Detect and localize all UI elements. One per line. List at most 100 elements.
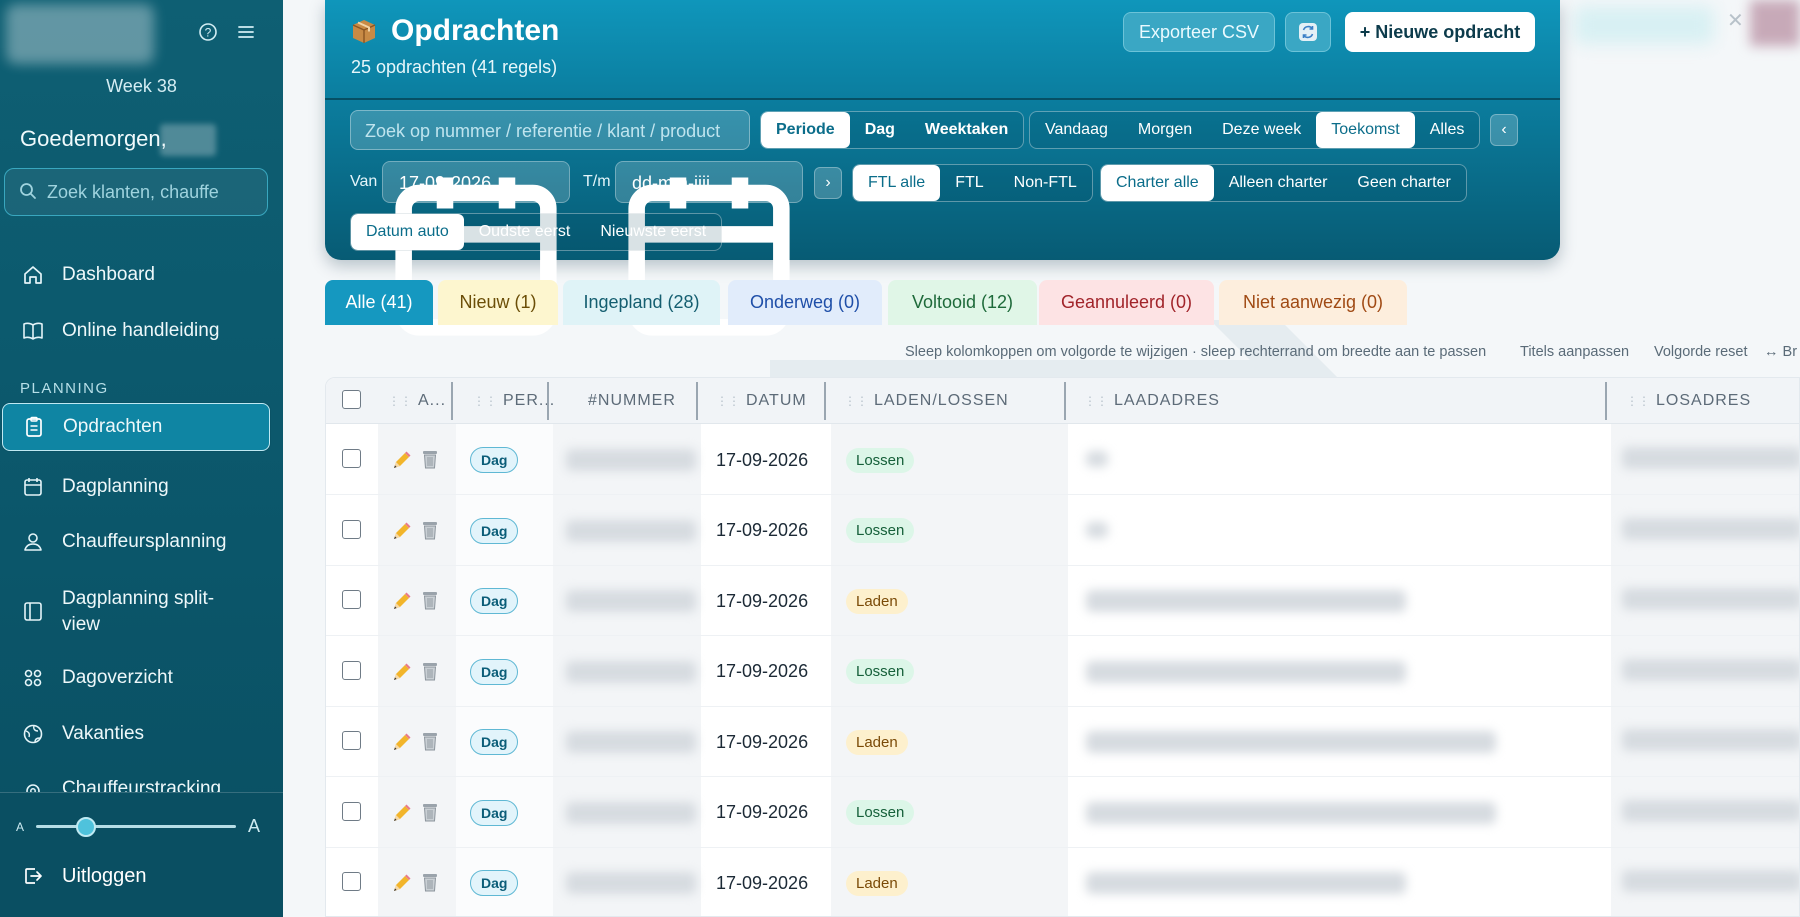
to-date-input[interactable]: dd-mm-jjjj [615,161,803,336]
tab-onderweg[interactable]: Onderweg (0) [728,280,882,325]
column-header-number[interactable]: #NUMMER [588,378,676,424]
column-resizer[interactable] [451,382,453,420]
tab-niet-aanwezig[interactable]: Niet aanwezig (0) [1219,280,1407,325]
row-checkbox[interactable] [342,590,361,609]
logout-button[interactable]: Uitloggen [0,852,283,900]
menu-icon[interactable] [235,22,257,44]
range-option-deze-week[interactable]: Deze week [1207,112,1316,148]
row-checkbox[interactable] [342,872,361,891]
drag-handle-icon[interactable]: ⋮⋮ [716,394,740,408]
delete-icon[interactable] [420,448,440,470]
ftl-option-ftl[interactable]: FTL [940,165,998,201]
row-checkbox[interactable] [342,519,361,539]
column-header-date[interactable]: ⋮⋮ DATUM [716,378,807,424]
mode-option-periode[interactable]: Periode [761,112,850,148]
range-option-morgen[interactable]: Morgen [1123,112,1207,148]
order-search-input[interactable] [365,119,735,143]
tab-geannuleerd[interactable]: Geannuleerd (0) [1039,280,1214,325]
sidebar-item-split-view[interactable]: Dagplanning split-view [0,580,283,644]
sidebar-item-chauffeurstracking[interactable]: Chauffeurstracking [0,766,283,792]
sidebar-item-handleiding[interactable]: Online handleiding [0,307,283,355]
sidebar-item-vakanties[interactable]: Vakanties [0,710,283,758]
mode-option-dag[interactable]: Dag [850,112,910,148]
tab-voltooid[interactable]: Voltooid (12) [888,280,1037,325]
sidebar-item-dagoverzicht[interactable]: Dagoverzicht [0,654,283,702]
close-icon[interactable]: ✕ [1727,8,1744,33]
edit-icon[interactable] [391,872,411,894]
delete-icon[interactable] [420,801,440,823]
column-resizer[interactable] [1605,382,1607,420]
drag-handle-icon[interactable]: ⋮⋮ [473,394,497,408]
edit-titles-link[interactable]: Titels aanpassen [1520,344,1629,360]
sidebar-search-input[interactable] [47,179,257,205]
delete-icon[interactable] [420,519,440,541]
help-icon[interactable]: ? [197,22,219,44]
charter-option-geen[interactable]: Geen charter [1342,165,1465,201]
row-checkbox[interactable] [342,731,361,750]
column-resizer[interactable] [1064,382,1066,420]
delete-icon[interactable] [420,730,440,752]
edit-icon[interactable] [391,661,411,683]
edit-icon[interactable] [391,731,411,753]
table-row[interactable]: Dag 17-09-2026 Laden [326,848,1799,916]
next-period-button[interactable]: › [814,167,842,199]
column-header-unload-address[interactable]: ⋮⋮ LOSADRES [1626,378,1751,424]
edit-icon[interactable] [391,520,411,542]
select-all-checkbox[interactable] [342,390,361,409]
tab-nieuw[interactable]: Nieuw (1) [438,280,558,325]
sidebar-item-chauffeursplanning[interactable]: Chauffeursplanning [0,518,283,566]
tab-ingepland[interactable]: Ingepland (28) [563,280,720,325]
font-size-slider[interactable]: A A [14,814,274,838]
sort-option-oudste[interactable]: Oudste eerst [464,214,586,250]
slider-thumb[interactable] [76,817,96,837]
column-width-link[interactable]: ↔ Br [1764,344,1797,360]
row-checkbox[interactable] [342,449,361,468]
sort-option-auto[interactable]: Datum auto [351,214,464,250]
from-date-input[interactable]: 17-09-2026 [382,161,570,336]
reset-order-link[interactable]: Volgorde reset [1654,344,1748,360]
sidebar-item-opdrachten[interactable]: Opdrachten [2,403,270,451]
row-checkbox[interactable] [342,801,361,821]
drag-handle-icon[interactable]: ⋮⋮ [1084,394,1108,408]
ftl-option-alle[interactable]: FTL alle [853,165,941,201]
table-row[interactable]: Dag 17-09-2026 Lossen [326,425,1799,495]
delete-icon[interactable] [420,660,440,682]
column-header-period[interactable]: ⋮⋮ PER... [473,378,555,424]
table-row[interactable]: Dag 17-09-2026 Laden [326,707,1799,777]
column-header-load-address[interactable]: ⋮⋮ LAADADRES [1084,378,1220,424]
range-option-alles[interactable]: Alles [1415,112,1480,148]
drag-handle-icon[interactable]: ⋮⋮ [844,394,868,408]
order-search[interactable] [350,110,750,150]
table-row[interactable]: Dag 17-09-2026 Lossen [326,778,1799,848]
slider-track[interactable] [36,825,236,828]
delete-icon[interactable] [420,871,440,893]
drag-handle-icon[interactable]: ⋮⋮ [1626,394,1650,408]
prev-period-button[interactable]: ‹ [1490,114,1518,146]
table-row[interactable]: Dag 17-09-2026 Laden [326,566,1799,636]
column-header-type[interactable]: ⋮⋮ LADEN/LOSSEN [844,378,1009,424]
new-order-button[interactable]: + Nieuwe opdracht [1345,12,1535,52]
table-row[interactable]: Dag 17-09-2026 Lossen [326,496,1799,566]
edit-icon[interactable] [391,590,411,612]
charter-option-alleen[interactable]: Alleen charter [1214,165,1343,201]
column-resizer[interactable] [547,382,549,420]
sidebar-item-dagplanning[interactable]: Dagplanning [0,463,283,511]
row-checkbox[interactable] [342,660,361,680]
export-csv-button[interactable]: Exporteer CSV [1123,12,1275,52]
refresh-button[interactable] [1285,12,1331,52]
range-option-vandaag[interactable]: Vandaag [1030,112,1123,148]
column-resizer[interactable] [824,382,826,420]
column-resizer[interactable] [696,382,698,420]
edit-icon[interactable] [391,802,411,824]
range-option-toekomst[interactable]: Toekomst [1316,112,1415,148]
sidebar-item-dashboard[interactable]: Dashboard [0,251,283,299]
ftl-option-non-ftl[interactable]: Non-FTL [999,165,1092,201]
sort-option-nieuwste[interactable]: Nieuwste eerst [585,214,721,250]
user-avatar-redacted[interactable] [1750,0,1800,46]
tab-alle[interactable]: Alle (41) [325,280,433,325]
mode-option-weektaken[interactable]: Weektaken [910,112,1023,148]
column-header-actions[interactable]: ⋮⋮ A... [388,378,446,424]
sidebar-search[interactable] [4,168,268,216]
table-row[interactable]: Dag 17-09-2026 Lossen [326,637,1799,707]
drag-handle-icon[interactable]: ⋮⋮ [388,394,412,408]
